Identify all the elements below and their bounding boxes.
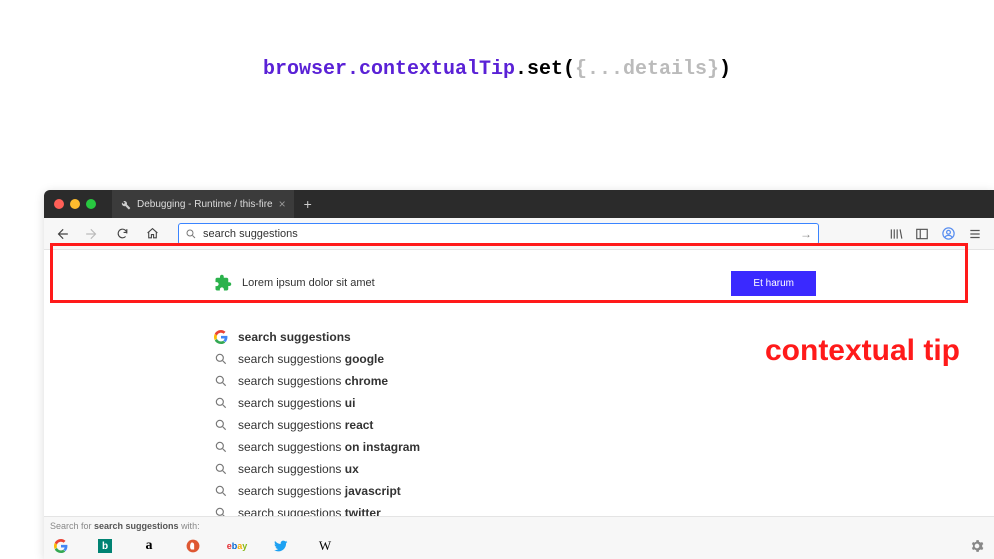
google-icon [214, 330, 228, 344]
engine-google[interactable] [50, 537, 72, 555]
toolbar-right [889, 226, 986, 241]
suggestion-item[interactable]: search suggestions chrome [214, 370, 994, 392]
engine-amazon[interactable]: a [138, 537, 160, 555]
search-icon [214, 352, 228, 366]
suggestion-text: search suggestions google [238, 352, 384, 366]
code-open-paren: ( [563, 58, 575, 81]
navigation-bar: → [44, 218, 994, 250]
sidebar-icon[interactable] [915, 227, 929, 241]
window-minimize-button[interactable] [70, 199, 80, 209]
suggestion-item[interactable]: search suggestions on instagram [214, 436, 994, 458]
new-tab-button[interactable]: + [294, 196, 322, 212]
code-snippet: browser.contextualTip.set({...details}) [0, 0, 994, 81]
footer-hint-suffix: with: [179, 521, 200, 531]
engine-twitter[interactable] [270, 537, 292, 555]
footer-hint-prefix: Search for [50, 521, 94, 531]
suggestion-text: search suggestions ux [238, 462, 359, 476]
library-icon[interactable] [889, 227, 903, 241]
suggestion-text: search suggestions chrome [238, 374, 388, 388]
suggestion-item[interactable]: search suggestions ui [214, 392, 994, 414]
contextual-tip: Lorem ipsum dolor sit amet Et harum [214, 264, 986, 302]
suggestion-text: search suggestions ui [238, 396, 355, 410]
tab-close-icon[interactable]: × [279, 197, 286, 211]
engine-bing[interactable]: b [94, 537, 116, 555]
gear-icon [970, 539, 984, 553]
url-input[interactable] [203, 228, 794, 240]
search-icon [214, 462, 228, 476]
engine-duckduckgo[interactable] [182, 537, 204, 555]
engine-wikipedia[interactable]: W [314, 537, 336, 555]
engine-row: b a ebay W [44, 535, 994, 559]
menu-icon[interactable] [968, 227, 982, 241]
browser-tab[interactable]: Debugging - Runtime / this-fire × [112, 190, 294, 218]
search-icon [214, 374, 228, 388]
search-icon [214, 418, 228, 432]
home-icon [146, 227, 159, 240]
footer-hint: Search for search suggestions with: [44, 517, 994, 535]
url-bar[interactable]: → [178, 223, 819, 245]
code-args: {...details} [575, 58, 719, 81]
arrow-right-icon [85, 227, 99, 241]
code-object: browser.contextualTip [263, 58, 515, 81]
search-icon [214, 440, 228, 454]
account-icon[interactable] [941, 226, 956, 241]
search-settings-button[interactable] [966, 537, 988, 555]
window-controls [54, 199, 96, 209]
search-icon [214, 396, 228, 410]
browser-window: Debugging - Runtime / this-fire × + → [44, 190, 994, 559]
tab-title: Debugging - Runtime / this-fire [137, 199, 273, 210]
search-icon [214, 484, 228, 498]
suggestion-item[interactable]: search suggestions javascript [214, 480, 994, 502]
window-maximize-button[interactable] [86, 199, 96, 209]
wrench-icon [120, 199, 131, 210]
suggestion-text: search suggestions [238, 330, 351, 344]
reload-button[interactable] [112, 224, 132, 244]
code-close-paren: ) [719, 58, 731, 81]
window-close-button[interactable] [54, 199, 64, 209]
engine-ebay[interactable]: ebay [226, 537, 248, 555]
suggestion-item[interactable]: search suggestions ux [214, 458, 994, 480]
suggestion-item[interactable]: search suggestions react [214, 414, 994, 436]
go-arrow-icon[interactable]: → [800, 227, 812, 241]
forward-button[interactable] [82, 224, 102, 244]
annotation-label: contextual tip [765, 334, 960, 368]
search-icon [185, 228, 197, 240]
back-button[interactable] [52, 224, 72, 244]
arrow-left-icon [55, 227, 69, 241]
oneoff-search-footer: Search for search suggestions with: b a eb… [44, 516, 994, 559]
tab-strip: Debugging - Runtime / this-fire × + [44, 190, 994, 218]
code-method: .set [515, 58, 563, 81]
reload-icon [116, 227, 129, 240]
home-button[interactable] [142, 224, 162, 244]
suggestion-text: search suggestions javascript [238, 484, 401, 498]
contextual-tip-button[interactable]: Et harum [731, 271, 816, 296]
suggestion-text: search suggestions react [238, 418, 373, 432]
extension-icon [214, 274, 232, 292]
footer-hint-query: search suggestions [94, 521, 179, 531]
suggestion-text: search suggestions on instagram [238, 440, 420, 454]
contextual-tip-text: Lorem ipsum dolor sit amet [242, 277, 375, 289]
